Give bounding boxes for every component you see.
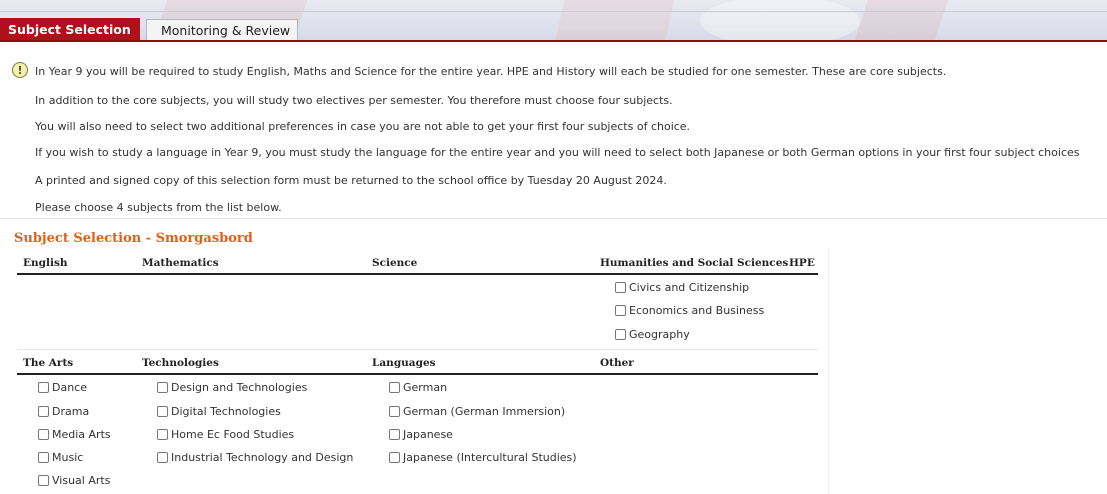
divider [0, 11, 1107, 12]
option-geography[interactable]: Geography [615, 328, 690, 341]
checkbox[interactable] [38, 382, 49, 393]
column-header-languages: Languages [372, 357, 436, 369]
option-label: Japanese (Intercultural Studies) [403, 451, 577, 464]
column-header-technologies: Technologies [142, 357, 219, 369]
checkbox[interactable] [389, 452, 400, 463]
checkbox[interactable] [38, 475, 49, 486]
divider [0, 218, 1107, 219]
option-japanese[interactable]: Japanese [389, 428, 453, 441]
column-header-english: English [23, 257, 68, 269]
option-label: Civics and Citizenship [629, 281, 750, 294]
option-drama[interactable]: Drama [38, 405, 89, 418]
info-exclamation-icon: ! [12, 62, 28, 78]
checkbox[interactable] [157, 406, 168, 417]
watermark-shape [700, 0, 860, 42]
option-label: Digital Technologies [171, 405, 281, 418]
instruction-printed-form: A printed and signed copy of this select… [35, 174, 667, 187]
option-label: German (German Immersion) [403, 405, 566, 418]
column-header-hpe: HPE [789, 257, 815, 269]
option-japanese-intercultural[interactable]: Japanese (Intercultural Studies) [389, 451, 577, 464]
column-header-the-arts: The Arts [23, 357, 74, 369]
option-media-arts[interactable]: Media Arts [38, 428, 111, 441]
instruction-choose-four: Please choose 4 subjects from the list b… [35, 201, 282, 214]
option-german[interactable]: German [389, 381, 447, 394]
header-rule [17, 273, 818, 275]
option-music[interactable]: Music [38, 451, 83, 464]
column-header-humanities: Humanities and Social Sciences [600, 257, 789, 269]
checkbox[interactable] [38, 406, 49, 417]
option-industrial-technology-design[interactable]: Industrial Technology and Design [157, 451, 353, 464]
header-rule [17, 373, 818, 375]
option-label: Drama [52, 405, 90, 418]
checkbox[interactable] [389, 382, 400, 393]
option-label: Geography [629, 328, 690, 341]
checkbox[interactable] [615, 282, 626, 293]
checkbox[interactable] [615, 329, 626, 340]
option-label: Dance [52, 381, 87, 394]
checkbox[interactable] [157, 429, 168, 440]
checkbox[interactable] [38, 452, 49, 463]
instruction-electives: In addition to the core subjects, you wi… [35, 94, 673, 107]
option-label: Home Ec Food Studies [171, 428, 295, 441]
option-label: Industrial Technology and Design [171, 451, 354, 464]
column-header-mathematics: Mathematics [142, 257, 219, 269]
divider [828, 248, 829, 494]
checkbox[interactable] [615, 305, 626, 316]
instruction-preferences: You will also need to select two additio… [35, 120, 691, 133]
option-label: Japanese [403, 428, 453, 441]
section-title: Subject Selection - Smorgasbord [14, 231, 253, 246]
option-home-ec-food-studies[interactable]: Home Ec Food Studies [157, 428, 294, 441]
option-label: Music [52, 451, 84, 464]
option-visual-arts[interactable]: Visual Arts [38, 474, 110, 487]
instruction-languages: If you wish to study a language in Year … [35, 146, 1080, 159]
option-digital-technologies[interactable]: Digital Technologies [157, 405, 281, 418]
checkbox[interactable] [389, 429, 400, 440]
option-label: German [403, 381, 448, 394]
checkbox[interactable] [157, 452, 168, 463]
tab-monitoring-review[interactable]: Monitoring & Review [146, 19, 298, 40]
option-dance[interactable]: Dance [38, 381, 87, 394]
option-label: Media Arts [52, 428, 111, 441]
tab-underline [0, 40, 1107, 42]
option-label: Economics and Business [629, 304, 765, 317]
watermark-shape [850, 0, 950, 42]
option-label: Design and Technologies [171, 381, 308, 394]
checkbox[interactable] [157, 382, 168, 393]
column-header-other: Other [600, 357, 634, 369]
checkbox[interactable] [389, 406, 400, 417]
option-german-immersion[interactable]: German (German Immersion) [389, 405, 565, 418]
divider [17, 349, 818, 350]
instruction-core-subjects: In Year 9 you will be required to study … [35, 65, 947, 78]
option-economics-business[interactable]: Economics and Business [615, 304, 764, 317]
option-design-technologies[interactable]: Design and Technologies [157, 381, 307, 394]
option-civics-citizenship[interactable]: Civics and Citizenship [615, 281, 749, 294]
tab-subject-selection[interactable]: Subject Selection [0, 18, 140, 40]
option-label: Visual Arts [52, 474, 111, 487]
column-header-science: Science [372, 257, 418, 269]
checkbox[interactable] [38, 429, 49, 440]
watermark-shape [553, 0, 677, 42]
